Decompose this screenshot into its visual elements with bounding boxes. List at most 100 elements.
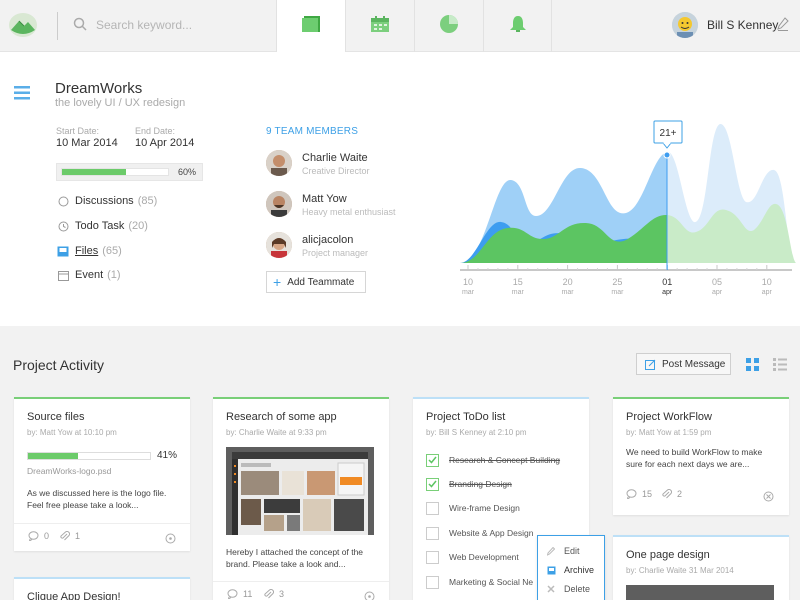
tab-reports[interactable] xyxy=(414,0,483,52)
menu-item-label: Delete xyxy=(564,584,591,594)
project-progress: 60% xyxy=(56,163,203,181)
header-divider xyxy=(57,12,58,40)
team-member[interactable]: Matt Yow Heavy metal enthusiast xyxy=(266,191,466,221)
comment-count[interactable]: 0 xyxy=(28,531,49,541)
chart-tick-month: mar xyxy=(462,289,475,296)
comment-count[interactable]: 11 xyxy=(227,589,252,599)
team-member[interactable]: Charlie Waite Creative Director xyxy=(266,150,466,180)
tab-dashboard[interactable] xyxy=(276,0,345,52)
todo-item[interactable]: Website & App Design xyxy=(426,525,533,541)
end-date-value: 10 Apr 2014 xyxy=(135,137,195,149)
todo-checkbox[interactable] xyxy=(426,501,439,515)
bell-icon xyxy=(508,14,528,39)
card-byline: by: Matt Yow at 10:10 pm xyxy=(27,428,117,437)
calendar-icon xyxy=(370,15,390,38)
grid-view-icon[interactable] xyxy=(746,358,759,376)
attachment-count[interactable]: 3 xyxy=(263,589,284,599)
chart-tick-day: 10 xyxy=(762,277,772,287)
chart-highlight-point[interactable] xyxy=(663,151,671,159)
design-thumbnail[interactable] xyxy=(626,585,774,600)
card-divider xyxy=(213,581,389,582)
comment-count[interactable]: 15 xyxy=(626,489,652,499)
circle-icon xyxy=(57,195,69,207)
concept-thumbnail[interactable] xyxy=(226,447,374,535)
card-options-icon[interactable] xyxy=(165,531,176,549)
comment-count-value: 11 xyxy=(243,589,253,599)
activity-title: Project Activity xyxy=(13,357,105,373)
todo-item[interactable]: Branding Design xyxy=(426,476,512,492)
todo-checkbox[interactable] xyxy=(426,453,439,467)
team-title: 9 TEAM MEMBERS xyxy=(266,126,359,137)
list-view-icon[interactable] xyxy=(773,358,787,376)
tab-notifications[interactable] xyxy=(483,0,552,52)
menu-item-archive[interactable]: Archive xyxy=(546,563,594,577)
tab-calendar[interactable] xyxy=(345,0,414,52)
nav-count: (20) xyxy=(128,220,148,232)
dashboard-icon xyxy=(300,14,322,39)
nav-files[interactable]: Files (65) xyxy=(57,243,122,259)
comment-count-value: 0 xyxy=(44,531,50,541)
todo-text: Branding Design xyxy=(449,479,512,489)
nav-discussions[interactable]: Discussions (85) xyxy=(57,193,157,209)
progress-track xyxy=(61,168,169,176)
team-member[interactable]: alicjacolon Project manager xyxy=(266,232,466,262)
nav-event[interactable]: Event (1) xyxy=(57,267,121,283)
close-icon[interactable] xyxy=(763,489,774,507)
end-date-label: End Date: xyxy=(135,126,176,136)
nav-count: (65) xyxy=(102,245,122,257)
todo-text: Marketing & Social Ne xyxy=(449,577,534,587)
search-input[interactable] xyxy=(96,13,266,37)
activity-card-workflow[interactable]: Project WorkFlow by: Matt Yow at 1:59 pm… xyxy=(613,397,789,515)
todo-text: Web Development xyxy=(449,552,519,562)
card-body: Hereby I attached the concept of the bra… xyxy=(226,547,364,569)
chart-tick-day: 20 xyxy=(563,277,573,287)
tray-icon xyxy=(57,245,69,257)
chart-tick-month: mar xyxy=(512,289,525,296)
attachment-count-value: 2 xyxy=(677,489,683,499)
todo-item[interactable]: Web Development xyxy=(426,549,519,565)
todo-checkbox[interactable] xyxy=(426,550,439,564)
file-progress-track xyxy=(27,452,151,460)
activity-card-research[interactable]: Research of some app by: Charlie Waite a… xyxy=(213,397,389,600)
activity-area-chart: 10 mar 15 mar 20 mar 25 mar 01 apr 05 apr 10 apr 21+ xyxy=(460,120,796,296)
chart-tick-month: apr xyxy=(662,289,673,296)
todo-item[interactable]: Wire-frame Design xyxy=(426,500,520,516)
activity-card-clique-app[interactable]: Clique App Design! xyxy=(14,577,190,600)
nav-todo-task[interactable]: Todo Task (20) xyxy=(57,218,148,234)
todo-item[interactable]: Research & Concept Building xyxy=(426,452,560,468)
user-name[interactable]: Bill S Kenney xyxy=(707,18,778,32)
todo-checkbox[interactable] xyxy=(426,526,439,540)
chart-tick-day: 15 xyxy=(513,277,523,287)
card-options-icon[interactable] xyxy=(364,589,375,600)
chart-tick-month: apr xyxy=(712,289,723,296)
card-byline: by: Charlie Waite 31 Mar 2014 xyxy=(626,566,734,575)
post-message-label: Post Message xyxy=(662,358,726,370)
menu-item-edit[interactable]: Edit xyxy=(546,544,580,558)
app-logo-icon[interactable] xyxy=(8,11,38,44)
todo-checkbox[interactable] xyxy=(426,575,439,589)
todo-text: Website & App Design xyxy=(449,528,534,538)
hamburger-menu-icon[interactable] xyxy=(14,86,30,105)
activity-card-source-files[interactable]: Source files by: Matt Yow at 10:10 pm 41… xyxy=(14,397,190,551)
pencil-icon[interactable] xyxy=(777,17,789,36)
avatar[interactable] xyxy=(672,12,698,38)
menu-item-delete[interactable]: Delete xyxy=(546,582,590,596)
member-name: Charlie Waite xyxy=(302,152,368,164)
activity-card-one-page-design[interactable]: One page design by: Charlie Waite 31 Mar… xyxy=(613,535,789,600)
paperclip-icon xyxy=(60,531,70,541)
card-title: Clique App Design! xyxy=(27,591,121,600)
nav-label: Files xyxy=(75,245,99,257)
search-icon xyxy=(73,17,87,36)
chart-callout-label: 21+ xyxy=(660,128,677,139)
member-name: Matt Yow xyxy=(302,193,347,205)
member-role: Creative Director xyxy=(302,166,370,176)
attachment-count[interactable]: 1 xyxy=(59,531,80,541)
todo-item[interactable]: Marketing & Social Ne xyxy=(426,574,533,590)
post-message-button[interactable]: Post Message xyxy=(636,353,731,375)
chart-tick-day: 10 xyxy=(463,277,473,287)
todo-checkbox[interactable] xyxy=(426,477,439,491)
attachment-count[interactable]: 2 xyxy=(661,489,682,499)
chart-tick-month: mar xyxy=(562,289,575,296)
add-teammate-button[interactable]: + Add Teammate xyxy=(266,271,366,293)
plus-icon: + xyxy=(273,274,282,290)
